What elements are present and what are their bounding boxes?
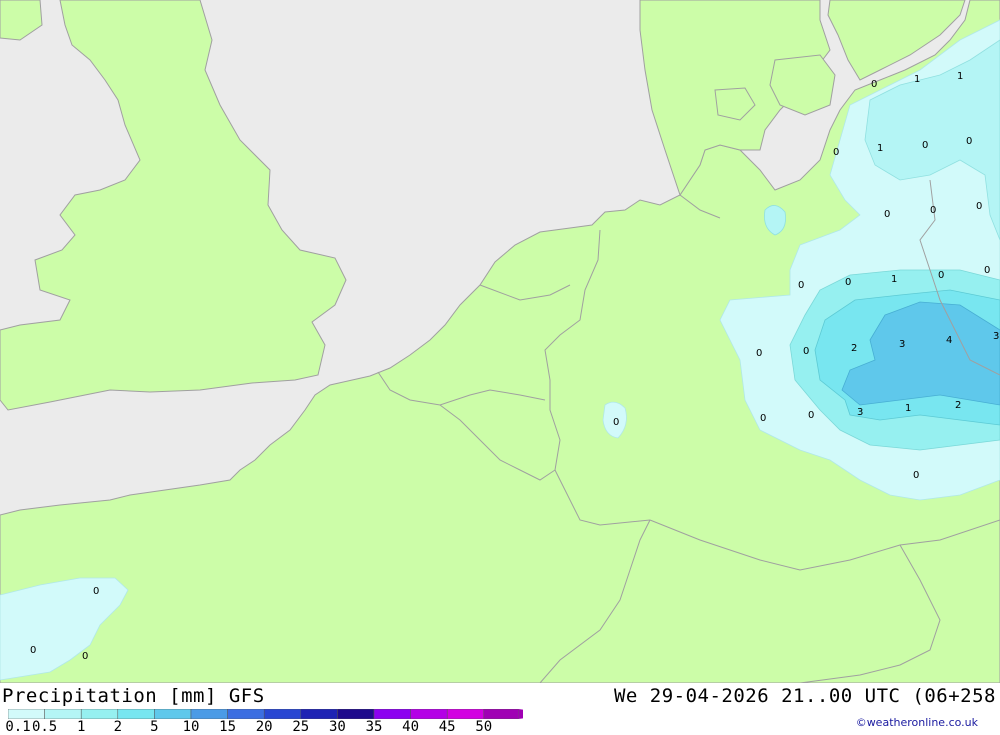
scale-swatch: [337, 709, 375, 719]
map-label: 0: [938, 270, 944, 281]
credit-link[interactable]: ©weatheronline.co.uk: [856, 716, 978, 729]
scale-swatch: [483, 709, 519, 719]
scale-swatch: [446, 709, 485, 719]
scale-swatch: [44, 709, 82, 719]
map-label: 0: [976, 201, 982, 212]
scale-swatch: [117, 709, 155, 719]
map-label: 0: [82, 651, 88, 662]
map-label: 1: [914, 74, 920, 85]
color-scale-bar: [8, 709, 523, 719]
scale-swatch: [8, 709, 45, 719]
map-label: 0: [756, 348, 762, 359]
scale-swatch: [80, 709, 119, 719]
map-label: 2: [851, 343, 857, 354]
scale-arrow: [518, 709, 523, 719]
footer-bar: Precipitation [mm] GFS We 29-04-2026 21.…: [0, 683, 1000, 735]
map-label: 1: [905, 403, 911, 414]
map-label: 3: [857, 407, 863, 418]
map-label: 0: [808, 410, 814, 421]
scale-swatch: [154, 709, 192, 719]
map-label: 4: [946, 335, 952, 346]
map-label: 3: [899, 339, 905, 350]
map-label: 0: [845, 277, 851, 288]
map-label: 3: [993, 331, 999, 342]
map-label: 0: [798, 280, 804, 291]
precipitation-map: 0 1 1 1 0 0 0 0 0 0 0 0 1 0 0 0 0 2 3 4 …: [0, 0, 1000, 683]
map-title: Precipitation [mm] GFS: [2, 685, 265, 707]
map-label: 0: [984, 265, 990, 276]
map-label: 0: [884, 209, 890, 220]
map-label: 0: [966, 136, 972, 147]
map-label: 0: [613, 417, 619, 428]
map-label: 0: [913, 470, 919, 481]
map-label: 0: [93, 586, 99, 597]
scale-swatch: [300, 709, 338, 719]
map-label: 0: [871, 79, 877, 90]
scale-swatch: [410, 709, 448, 719]
map-label: 2: [955, 400, 961, 411]
scale-swatch: [373, 709, 411, 719]
map-label: 1: [877, 143, 883, 154]
map-label: 0: [760, 413, 766, 424]
scale-swatch: [190, 709, 228, 719]
valid-time: We 29-04-2026 21..00 UTC (06+258: [613, 685, 996, 707]
map-label: 0: [30, 645, 36, 656]
map-label: 0: [803, 346, 809, 357]
map-label: 0: [833, 147, 839, 158]
scale-swatch: [263, 709, 302, 719]
map-label: 1: [957, 71, 963, 82]
scale-swatch: [227, 709, 265, 719]
map-label: 1: [891, 274, 897, 285]
map-label: 0: [930, 205, 936, 216]
map-label: 0: [922, 140, 928, 151]
